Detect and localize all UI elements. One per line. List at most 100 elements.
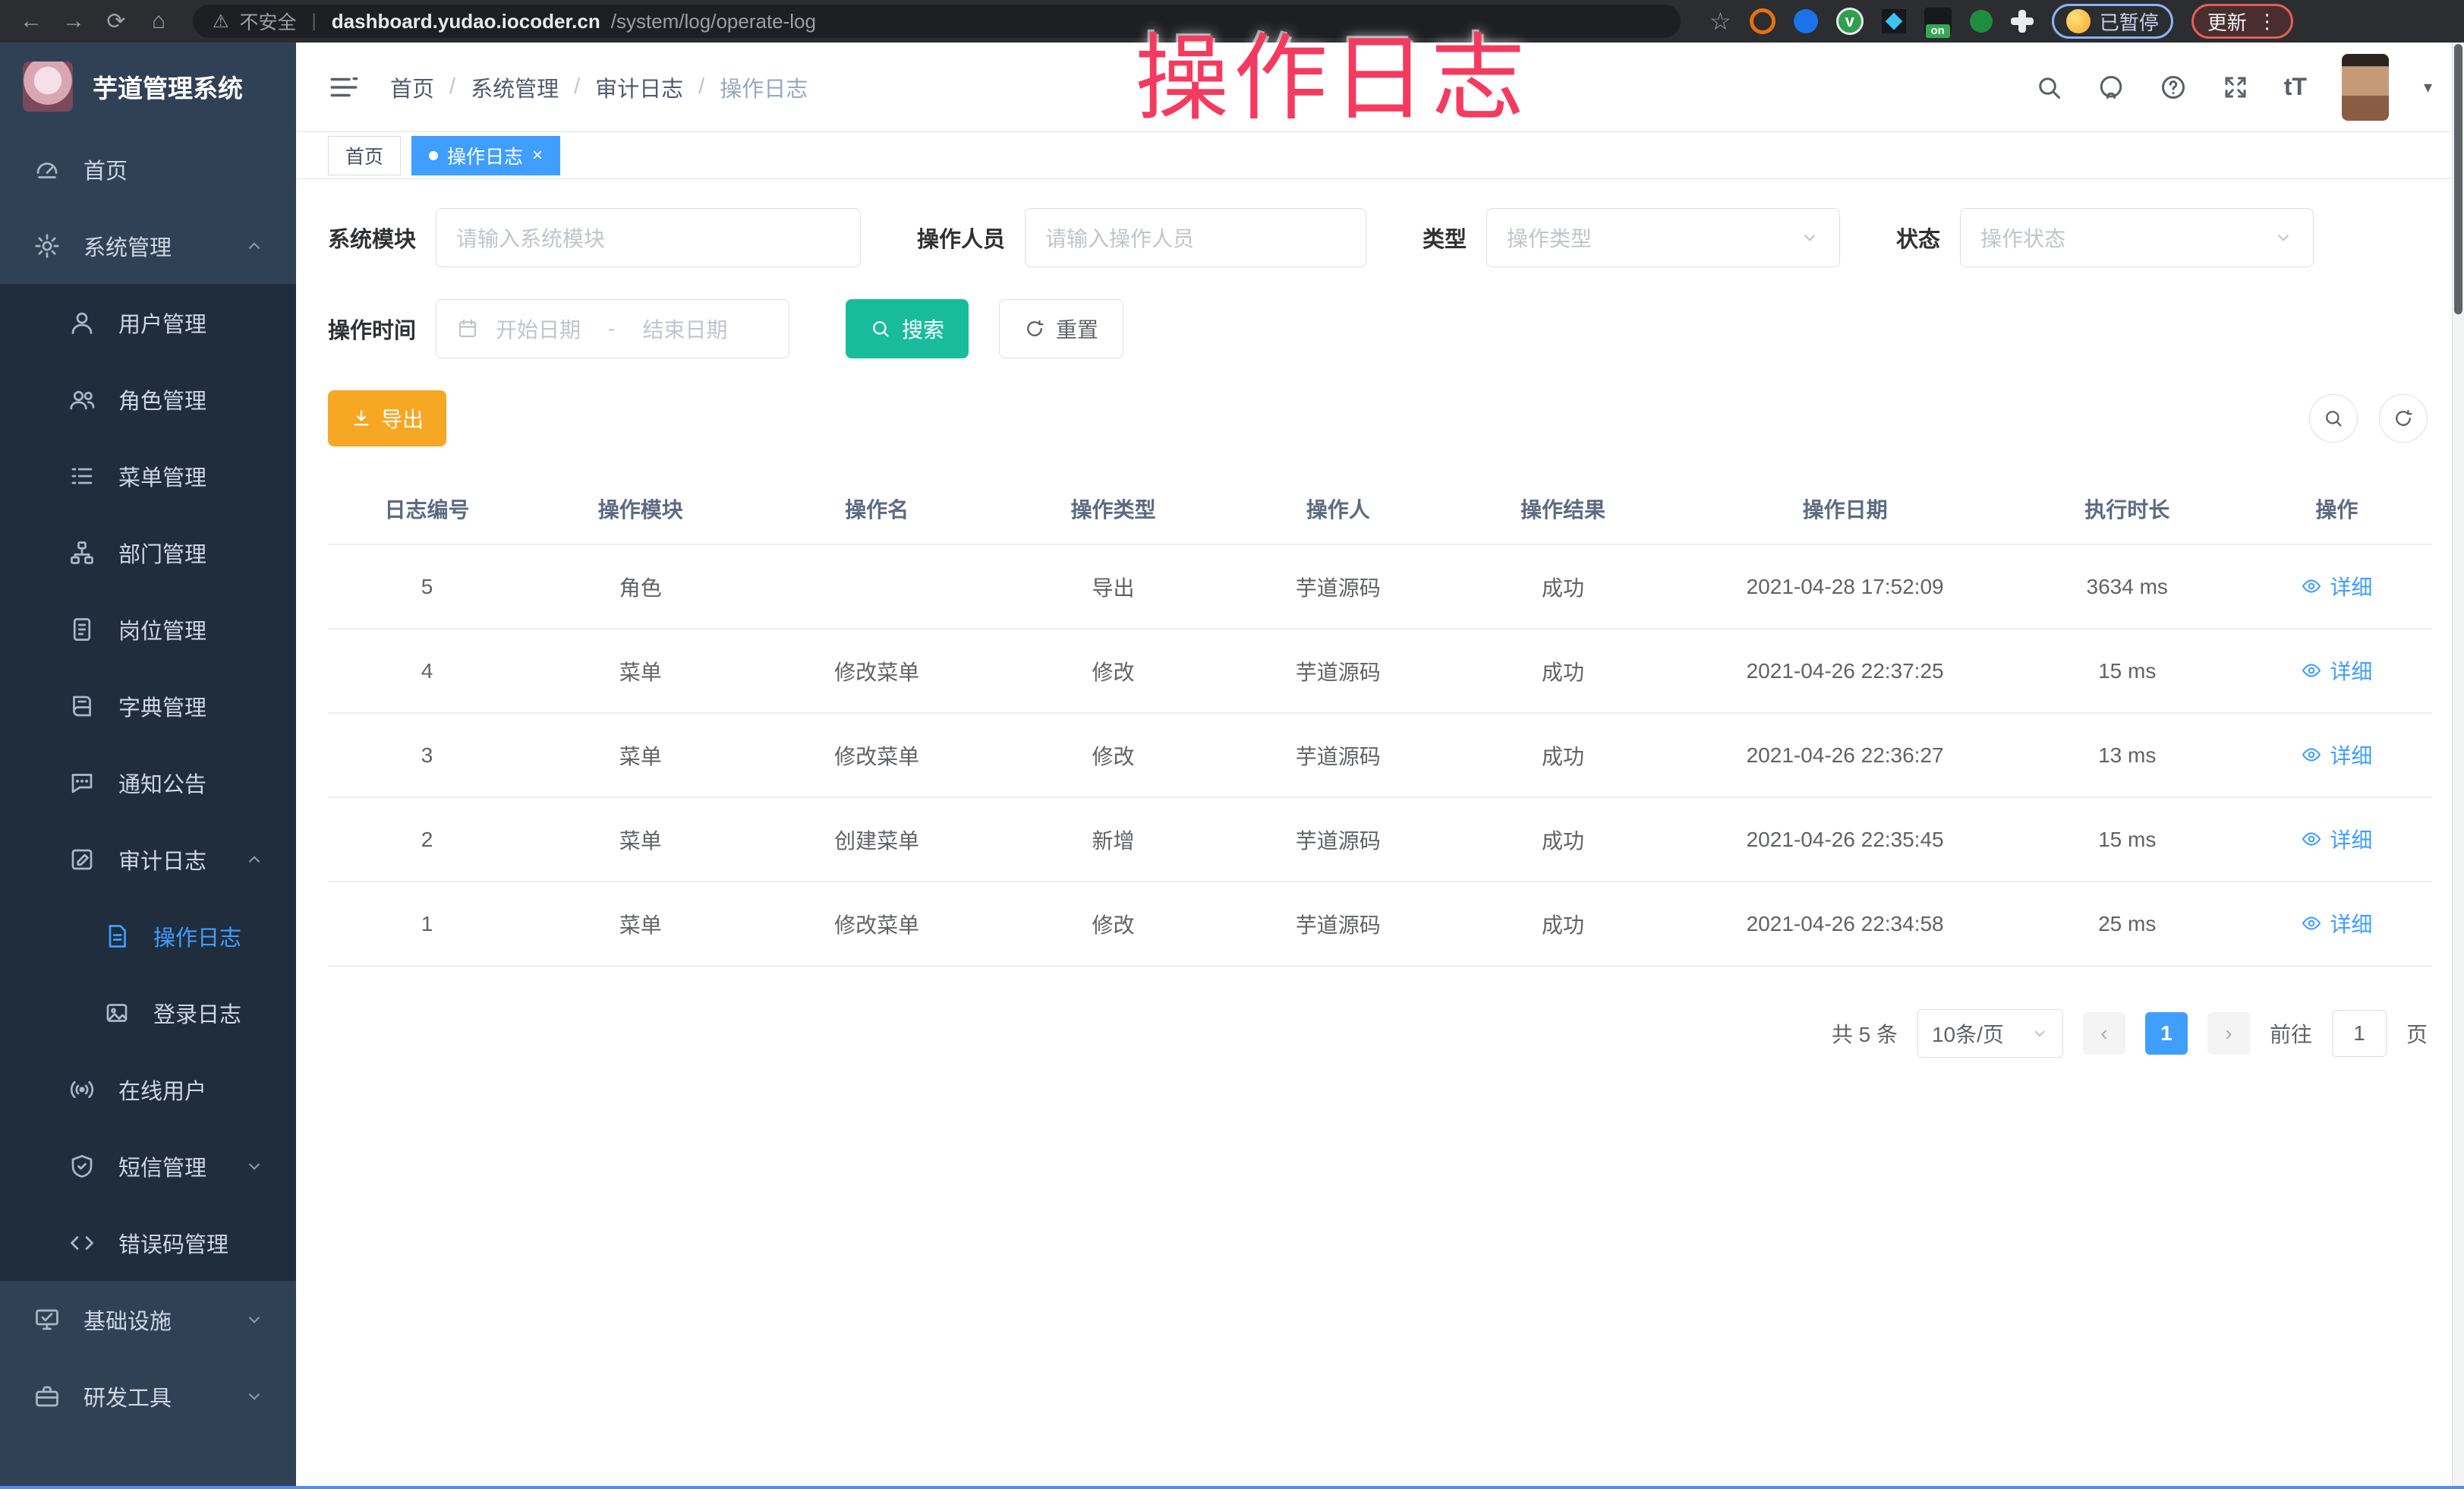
orange-extension-icon[interactable] xyxy=(1750,8,1776,34)
pagination-total: 共 5 条 xyxy=(1832,1018,1898,1049)
sidebar-item-dept-mgmt[interactable]: 部门管理 xyxy=(0,514,296,591)
pin-extension-icon[interactable] xyxy=(1794,9,1818,33)
browser-home-icon[interactable]: ⌂ xyxy=(141,5,176,38)
scrollbar-thumb[interactable] xyxy=(2454,44,2462,314)
date-start-placeholder: 开始日期 xyxy=(496,314,581,344)
tag-home[interactable]: 首页 xyxy=(328,136,401,175)
update-button[interactable]: 更新 ⋮ xyxy=(2191,4,2293,39)
goto-label: 前往 xyxy=(2270,1018,2312,1049)
switch-extension-icon[interactable]: on xyxy=(1924,8,1952,35)
breadcrumb-home[interactable]: 首页 xyxy=(390,71,434,103)
col-log-id: 日志编号 xyxy=(328,472,526,544)
reset-button[interactable]: 重置 xyxy=(999,299,1123,358)
table-header-row: 日志编号 操作模块 操作名 操作类型 操作人 操作结果 操作日期 执行时长 操作 xyxy=(328,472,2432,544)
shield-icon xyxy=(68,1153,96,1180)
github-icon[interactable] xyxy=(2097,74,2125,101)
sidebar: 芋道管理系统 首页 系统管理 用户管理 角色管理 菜单管理 xyxy=(0,43,296,1486)
sidebar-item-login-log[interactable]: 登录日志 xyxy=(0,974,296,1051)
refresh-icon[interactable] xyxy=(2379,394,2428,443)
app-logo-row[interactable]: 芋道管理系统 xyxy=(0,43,296,131)
green-extension-icon[interactable] xyxy=(1970,10,1993,33)
filter-status: 状态 操作状态 xyxy=(1896,208,2314,267)
prev-page-button[interactable]: ‹ xyxy=(2083,1012,2125,1055)
chevron-down-icon xyxy=(1800,228,1820,248)
table-row: 5 角色 导出 芋道源码 成功 2021-04-28 17:52:09 3634… xyxy=(328,544,2432,629)
module-input[interactable]: 请输入系统模块 xyxy=(436,208,861,267)
date-range-picker[interactable]: 开始日期 - 结束日期 xyxy=(436,299,789,358)
user-avatar[interactable] xyxy=(2342,54,2389,121)
browser-forward-icon[interactable]: → xyxy=(56,5,91,38)
help-icon[interactable] xyxy=(2160,74,2187,101)
status-select[interactable]: 操作状态 xyxy=(1960,208,2314,267)
chevron-up-icon xyxy=(244,850,264,869)
goto-page-input[interactable]: 1 xyxy=(2332,1010,2387,1057)
filter-type: 类型 操作类型 xyxy=(1423,208,1840,267)
puzzle-icon[interactable] xyxy=(2011,10,2034,33)
page-scrollbar[interactable] xyxy=(2452,43,2464,1489)
operate-log-table: 日志编号 操作模块 操作名 操作类型 操作人 操作结果 操作日期 执行时长 操作 xyxy=(328,472,2432,967)
col-operator: 操作人 xyxy=(1227,472,1448,544)
type-select[interactable]: 操作类型 xyxy=(1486,208,1840,267)
pagination: 共 5 条 10条/页 ‹ 1 › 前往 1 页 xyxy=(328,1009,2432,1058)
users-icon xyxy=(68,386,96,413)
search-icon[interactable] xyxy=(2035,74,2062,101)
breadcrumb-system[interactable]: 系统管理 xyxy=(471,71,559,103)
show-search-icon[interactable] xyxy=(2309,394,2358,443)
detail-link[interactable]: 详细 xyxy=(2301,740,2372,770)
col-action: 操作 xyxy=(2242,472,2432,544)
sidebar-item-sms-mgmt[interactable]: 短信管理 xyxy=(0,1128,296,1204)
date-end-placeholder: 结束日期 xyxy=(642,314,727,344)
eye-icon xyxy=(2301,744,2322,765)
sidebar-item-menu-mgmt[interactable]: 菜单管理 xyxy=(0,437,296,514)
content-area: 系统模块 请输入系统模块 操作人员 请输入操作人员 类型 操作类型 状态 xyxy=(296,179,2464,1486)
sidebar-item-audit-log[interactable]: 审计日志 xyxy=(0,821,296,898)
browser-back-icon[interactable]: ← xyxy=(14,5,49,38)
sidebar-item-post-mgmt[interactable]: 岗位管理 xyxy=(0,591,296,667)
sidebar-item-infrastructure[interactable]: 基础设施 xyxy=(0,1281,296,1358)
log-edit-icon xyxy=(68,846,96,873)
chevron-down-icon xyxy=(244,1386,264,1406)
annotation-operate-log: 操作日志 xyxy=(1135,2,1530,138)
sidebar-item-home[interactable]: 首页 xyxy=(0,131,296,207)
document-icon xyxy=(103,923,131,950)
v-extension-icon[interactable]: v xyxy=(1836,8,1864,35)
detail-link[interactable]: 详细 xyxy=(2301,655,2372,686)
bookmark-star-icon[interactable]: ☆ xyxy=(1709,7,1731,36)
page-label: 页 xyxy=(2406,1018,2428,1049)
search-button[interactable]: 搜索 xyxy=(846,299,969,358)
export-button[interactable]: 导出 xyxy=(328,390,446,446)
detail-link[interactable]: 详细 xyxy=(2301,908,2372,939)
close-icon[interactable]: × xyxy=(532,147,543,165)
detail-link[interactable]: 详细 xyxy=(2301,571,2372,601)
sidebar-item-notice[interactable]: 通知公告 xyxy=(0,744,296,821)
kebab-menu-icon[interactable]: ⋮ xyxy=(2258,10,2277,33)
current-page-button[interactable]: 1 xyxy=(2145,1012,2188,1055)
font-size-icon[interactable]: tT xyxy=(2284,73,2307,101)
sidebar-item-online-users[interactable]: 在线用户 xyxy=(0,1051,296,1128)
table-row: 3 菜单 修改菜单 修改 芋道源码 成功 2021-04-26 22:36:27… xyxy=(328,713,2432,797)
tag-operate-log[interactable]: 操作日志 × xyxy=(411,136,560,175)
sidebar-item-user-mgmt[interactable]: 用户管理 xyxy=(0,284,296,361)
sidebar-item-error-code-mgmt[interactable]: 错误码管理 xyxy=(0,1204,296,1281)
user-icon xyxy=(68,309,96,336)
detail-link[interactable]: 详细 xyxy=(2301,824,2372,854)
next-page-button[interactable]: › xyxy=(2207,1012,2250,1055)
page-size-select[interactable]: 10条/页 xyxy=(1917,1009,2063,1058)
table-toolbar: 导出 xyxy=(328,390,2432,446)
paused-badge[interactable]: 已暂停 xyxy=(2052,4,2173,39)
sidebar-item-operate-log[interactable]: 操作日志 xyxy=(0,898,296,974)
breadcrumb-audit-log[interactable]: 审计日志 xyxy=(595,71,683,103)
fullscreen-icon[interactable] xyxy=(2222,74,2249,101)
chevron-down-icon xyxy=(244,1310,264,1330)
eye-icon xyxy=(2301,828,2322,850)
collapse-sidebar-icon[interactable] xyxy=(328,71,360,103)
sidebar-item-dev-tools[interactable]: 研发工具 xyxy=(0,1358,296,1434)
sidebar-item-dict-mgmt[interactable]: 字典管理 xyxy=(0,667,296,744)
sidebar-item-role-mgmt[interactable]: 角色管理 xyxy=(0,361,296,437)
chevron-down-icon[interactable]: ▾ xyxy=(2424,77,2432,97)
diamond-extension-icon[interactable] xyxy=(1882,9,1906,33)
browser-reload-icon[interactable]: ⟳ xyxy=(99,5,134,38)
sidebar-item-system-mgmt[interactable]: 系统管理 xyxy=(0,207,296,284)
operator-input[interactable]: 请输入操作人员 xyxy=(1025,208,1366,267)
chat-icon xyxy=(68,769,96,797)
